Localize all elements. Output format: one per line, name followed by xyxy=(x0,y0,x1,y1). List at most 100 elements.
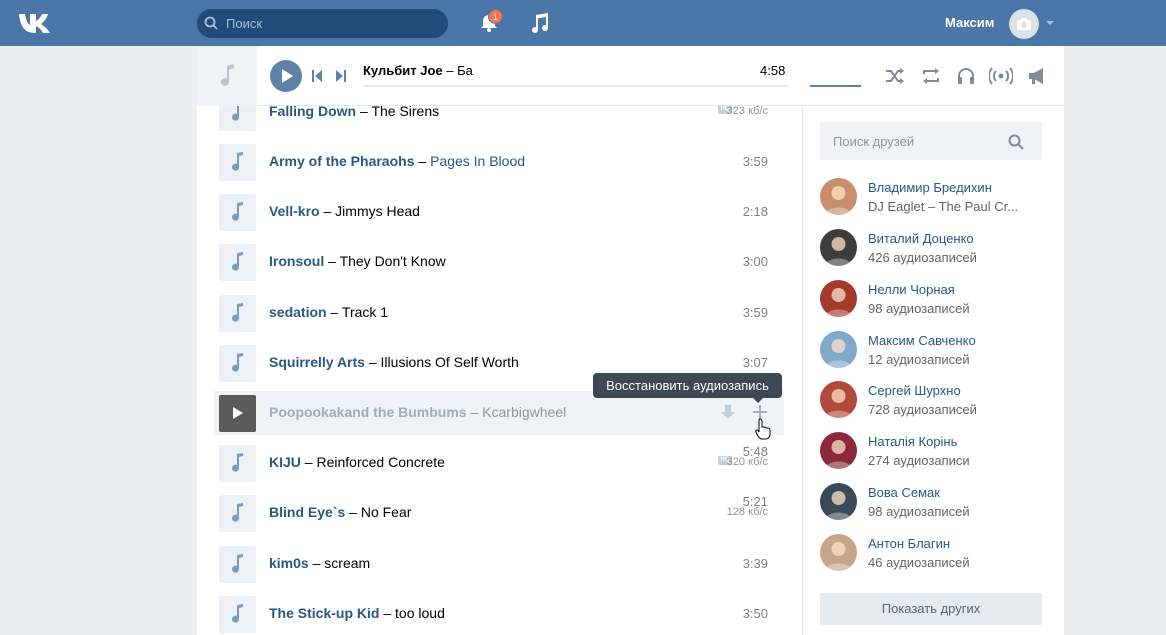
friend-item[interactable]: Наталія Корінь 274 аудиозаписи xyxy=(820,432,1050,474)
track-cover[interactable] xyxy=(219,106,256,131)
friend-avatar[interactable] xyxy=(820,534,857,571)
friend-name[interactable]: Максим Савченко xyxy=(868,333,976,348)
friends-search-field[interactable]: Поиск друзей xyxy=(820,122,1042,160)
friend-item[interactable]: Максим Савченко 12 аудиозаписей xyxy=(820,331,1050,373)
friend-name[interactable]: Нелли Чорная xyxy=(868,282,955,297)
track-cover[interactable] xyxy=(219,546,256,583)
friend-name[interactable]: Вова Семак xyxy=(868,485,940,500)
headphones-icon[interactable] xyxy=(956,66,976,86)
track-cover[interactable] xyxy=(219,395,256,432)
track-cover[interactable] xyxy=(219,345,256,382)
broadcast-icon[interactable] xyxy=(989,66,1013,86)
track-bitrate: 320 кб/с xyxy=(726,456,768,468)
track-artist[interactable]: Squirrelly Arts xyxy=(269,354,365,370)
camera-icon xyxy=(1017,18,1031,30)
show-more-button[interactable]: Показать других xyxy=(820,593,1042,625)
track-artist[interactable]: sedation xyxy=(269,304,327,320)
megaphone-icon[interactable] xyxy=(1027,66,1047,86)
track-artist[interactable]: Army of the Pharaohs xyxy=(269,153,414,169)
track-artist[interactable]: KIJU xyxy=(269,454,301,470)
friend-name[interactable]: Виталий Доценко xyxy=(868,231,974,246)
track-title: The Stick-up Kid – too loud xyxy=(269,605,445,621)
track-row[interactable]: Army of the Pharaohs – Pages In Blood 3:5… xyxy=(214,140,784,184)
track-row[interactable]: Ironsoul – They Don't Know 3:00 xyxy=(214,240,784,284)
friend-avatar[interactable] xyxy=(820,280,857,317)
friend-name[interactable]: Владимир Бредихин xyxy=(868,180,992,195)
friend-avatar[interactable] xyxy=(820,178,857,215)
track-dash: – xyxy=(330,304,339,320)
friend-avatar[interactable] xyxy=(820,229,857,266)
track-row[interactable]: KIJU – Reinforced Concrete HQ 5:48 320 кб/с xyxy=(214,441,784,485)
player-cover xyxy=(197,46,257,106)
friend-audio-info[interactable]: 728 аудиозаписей xyxy=(868,402,977,417)
track-artist[interactable]: Ironsoul xyxy=(269,253,324,269)
track-row[interactable]: Blind Eye`s – No Fear 5:21 128 кб/с xyxy=(214,491,784,535)
track-row[interactable]: Vell-kro – Jimmys Head 2:18 xyxy=(214,190,784,234)
track-row[interactable]: The Stick-up Kid – too loud 3:50 xyxy=(214,592,784,635)
music-note-icon xyxy=(232,106,240,121)
track-cover[interactable] xyxy=(219,596,256,633)
friend-item[interactable]: Антон Благин 46 аудиозаписей xyxy=(820,534,1050,576)
user-avatar[interactable] xyxy=(1009,9,1039,39)
play-button[interactable] xyxy=(270,60,302,92)
repeat-icon[interactable] xyxy=(920,66,942,86)
search-field[interactable]: Поиск xyxy=(197,9,448,38)
friend-item[interactable]: Сергей Шурхно 728 аудиозаписей xyxy=(820,381,1050,423)
shuffle-icon[interactable] xyxy=(885,66,905,86)
friend-avatar[interactable] xyxy=(820,331,857,368)
next-track-icon[interactable] xyxy=(335,69,347,83)
friend-audio-info[interactable]: 46 аудиозаписей xyxy=(868,555,970,570)
friend-item[interactable]: Нелли Чорная 98 аудиозаписей xyxy=(820,280,1050,322)
friend-avatar[interactable] xyxy=(820,432,857,469)
friend-audio-info[interactable]: 426 аудиозаписей xyxy=(868,250,977,265)
progress-bar[interactable] xyxy=(363,85,788,87)
track-title: Poopookakand the Bumbums – Kcarbigwheel xyxy=(269,404,566,420)
friend-audio-info[interactable]: 98 аудиозаписей xyxy=(868,301,970,316)
track-row[interactable]: kim0s – scream 3:39 xyxy=(214,542,784,586)
now-playing-time: 4:58 xyxy=(760,63,786,78)
track-row[interactable]: Falling Down – The SirensHQ5:14323 кб/с xyxy=(214,106,784,134)
track-duration: 2:18 xyxy=(742,204,768,219)
track-cover[interactable] xyxy=(219,144,256,181)
track-title: sedation – Track 1 xyxy=(269,304,388,320)
friend-item[interactable]: Вова Семак 98 аудиозаписей xyxy=(820,483,1050,525)
vk-logo-icon[interactable] xyxy=(17,11,53,35)
top-header: Поиск 1 Максим xyxy=(0,0,1166,46)
search-icon[interactable] xyxy=(1008,134,1024,150)
track-cover[interactable] xyxy=(219,194,256,231)
chevron-down-icon[interactable] xyxy=(1046,21,1054,25)
track-song: Illusions Of Self Worth xyxy=(380,354,519,370)
track-cover[interactable] xyxy=(219,244,256,281)
track-row[interactable]: sedation – Track 1 3:59 xyxy=(214,291,784,335)
track-cover[interactable] xyxy=(219,445,256,482)
track-artist[interactable]: The Stick-up Kid xyxy=(269,605,379,621)
now-playing-artist[interactable]: Кульбит Joe xyxy=(363,63,443,78)
track-cover[interactable] xyxy=(219,495,256,532)
track-duration: 3:50 xyxy=(742,606,768,621)
track-artist[interactable]: Poopookakand the Bumbums xyxy=(269,404,467,420)
friend-name[interactable]: Сергей Шурхно xyxy=(868,383,961,398)
friend-audio-info[interactable]: DJ Eaglet – The Paul Cr... xyxy=(868,199,1018,214)
friend-item[interactable]: Владимир Бредихин DJ Eaglet – The Paul Cr… xyxy=(820,178,1050,220)
music-note-icon[interactable] xyxy=(529,11,551,35)
previous-track-icon[interactable] xyxy=(311,69,323,83)
track-duration: 3:59 xyxy=(742,305,768,320)
friend-name[interactable]: Наталія Корінь xyxy=(868,434,957,449)
friend-audio-info[interactable]: 12 аудиозаписей xyxy=(868,352,970,367)
track-title: kim0s – scream xyxy=(269,555,370,571)
friend-name[interactable]: Антон Благин xyxy=(868,536,950,551)
volume-slider[interactable] xyxy=(810,85,861,87)
track-artist[interactable]: Blind Eye`s xyxy=(269,504,345,520)
user-name[interactable]: Максим xyxy=(945,15,994,30)
friend-item[interactable]: Виталий Доценко 426 аудиозаписей xyxy=(820,229,1050,271)
track-artist[interactable]: Falling Down xyxy=(269,106,356,119)
friend-audio-info[interactable]: 98 аудиозаписей xyxy=(868,504,970,519)
avatar-photo-icon xyxy=(825,542,852,571)
track-cover[interactable] xyxy=(219,295,256,332)
download-icon[interactable] xyxy=(720,404,736,422)
track-artist[interactable]: kim0s xyxy=(269,555,309,571)
friend-audio-info[interactable]: 274 аудиозаписи xyxy=(868,453,970,468)
friend-avatar[interactable] xyxy=(820,483,857,520)
friend-avatar[interactable] xyxy=(820,381,857,418)
track-artist[interactable]: Vell-kro xyxy=(269,203,320,219)
